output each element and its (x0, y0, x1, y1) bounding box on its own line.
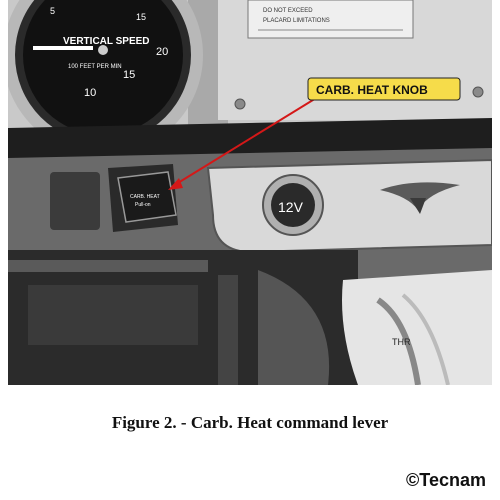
svg-text:VERTICAL SPEED: VERTICAL SPEED (63, 36, 150, 47)
12v-outlet: 12V (262, 174, 324, 236)
throttle-quadrant: THR (342, 270, 492, 385)
svg-text:CARB. HEAT: CARB. HEAT (130, 194, 160, 200)
svg-text:15: 15 (136, 12, 146, 22)
svg-text:Pull-on: Pull-on (135, 202, 151, 208)
svg-text:THR: THR (392, 337, 411, 347)
copyright-credit: ©Tecnam (406, 470, 486, 490)
svg-text:10: 10 (84, 87, 96, 99)
svg-text:100 FEET PER MIN: 100 FEET PER MIN (68, 64, 122, 70)
figure-caption: Figure 2. - Carb. Heat command lever (111, 413, 389, 432)
svg-text:20: 20 (156, 46, 168, 58)
svg-text:15: 15 (123, 69, 135, 81)
carb-heat-callout: CARB. HEAT KNOB (307, 77, 461, 101)
svg-text:12V: 12V (278, 199, 304, 215)
carb-heat-knob: CARB. HEAT Pull-on (117, 171, 177, 223)
warning-placard: DO NOT EXCEED PLACARD LIMITATIONS (247, 0, 414, 39)
svg-text:DO NOT EXCEED: DO NOT EXCEED (263, 8, 313, 14)
cockpit-photo: DO NOT EXCEED PLACARD LIMITATIONS VERTIC… (8, 0, 492, 385)
svg-text:5: 5 (50, 6, 55, 16)
svg-text:PLACARD LIMITATIONS: PLACARD LIMITATIONS (263, 18, 330, 24)
svg-text:CARB. HEAT KNOB: CARB. HEAT KNOB (316, 83, 428, 97)
